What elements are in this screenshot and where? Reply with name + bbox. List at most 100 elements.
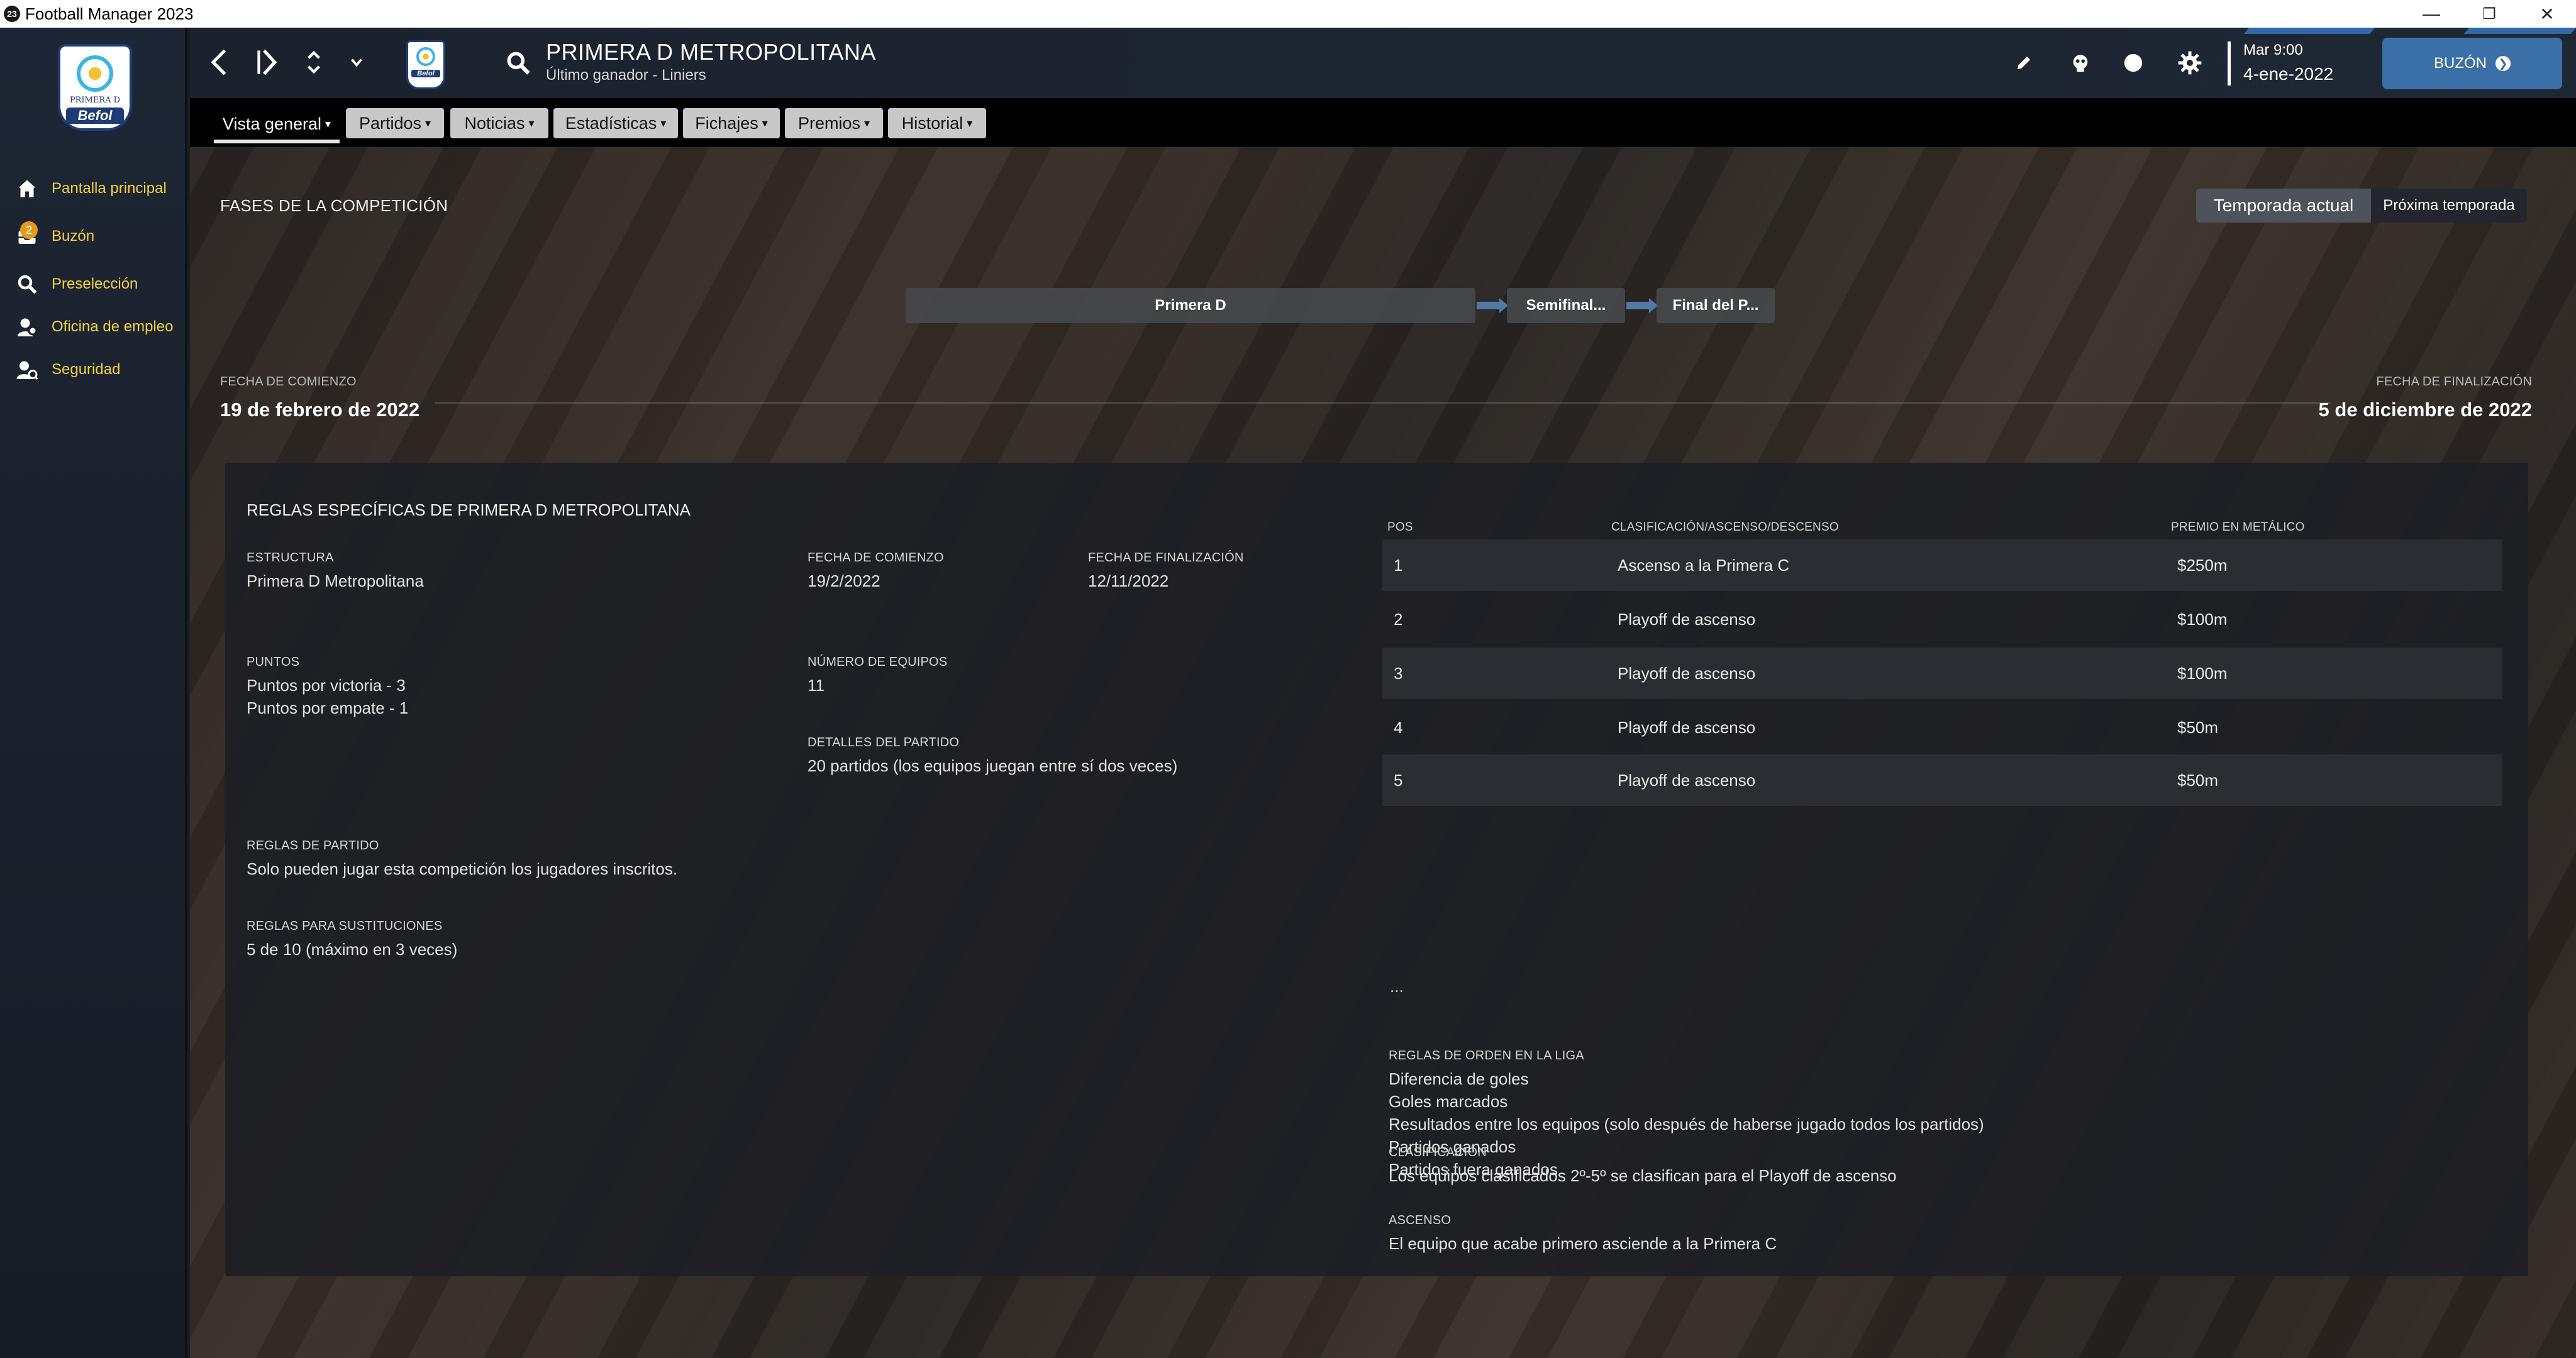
arrow-right-icon	[1477, 298, 1508, 313]
page-subtitle: Último ganador - Liniers	[546, 67, 706, 84]
points-draw: Puntos por empate - 1	[247, 698, 409, 717]
end-date-label: FECHA DE FINALIZACIÓN	[2376, 375, 2532, 389]
teams-value: 11	[808, 676, 824, 695]
restore-button[interactable]: ❐	[2460, 0, 2518, 28]
fm-menu-button[interactable]	[2065, 48, 2096, 78]
prize-header: PREMIO EN METÁLICO	[2171, 521, 2305, 534]
qualification-label: CLASIFICACIÓN	[1389, 1145, 1487, 1159]
logo-brand: Befol	[66, 108, 124, 124]
match-rules-value: Solo pueden jugar esta competición los j…	[247, 859, 678, 878]
window-controls: — ❐ ✕	[2402, 0, 2576, 28]
start-date-label: FECHA DE COMIENZO	[220, 375, 357, 389]
chevron-left-icon	[211, 49, 226, 75]
logo-subtitle: PRIMERA D	[69, 96, 121, 105]
sidebar-item-inbox[interactable]: 2 Buzón	[14, 218, 184, 255]
top-header: Befol PRIMERA D METROPOLITANA Último gan…	[190, 28, 2576, 98]
section-title: FASES DE LA COMPETICIÓN	[220, 196, 448, 215]
points-label: PUNTOS	[247, 655, 300, 669]
prize-cell: $50m	[2177, 770, 2219, 790]
arrow-right-icon: ❯	[2496, 56, 2511, 71]
home-icon	[14, 175, 40, 202]
back-button[interactable]	[204, 47, 235, 78]
continue-button[interactable]: BUZÓN ❯	[2382, 38, 2562, 89]
competition-crest[interactable]: Befol	[406, 40, 445, 89]
tab-matches[interactable]: Partidos ▾	[346, 108, 444, 138]
pencil-icon	[2018, 57, 2030, 69]
chevron-down-icon: ▾	[762, 116, 768, 130]
start-date: 19 de febrero de 2022	[220, 399, 420, 421]
table-row: 3 Playoff de ascenso $100m	[1382, 648, 2502, 699]
tab-awards[interactable]: Premios ▾	[785, 108, 883, 138]
circle-icon	[2124, 53, 2143, 72]
prize-cell: $250m	[2177, 555, 2228, 575]
pos-cell: 3	[1394, 663, 1403, 683]
game-time: Mar 9:00	[2243, 41, 2303, 58]
updown-button[interactable]	[298, 47, 330, 78]
game-date[interactable]: Mar 9:00 4-ene-2022	[2228, 41, 2333, 86]
current-season-button[interactable]: Temporada actual	[2196, 189, 2371, 223]
game-date-value: 4-ene-2022	[2243, 64, 2334, 84]
prize-cell: $100m	[2177, 663, 2228, 683]
window-title: Football Manager 2023	[25, 4, 194, 23]
search-icon[interactable]	[504, 49, 532, 77]
sidebar-item-home[interactable]: Pantalla principal	[14, 170, 184, 207]
match-details-label: DETALLES DEL PARTIDO	[808, 736, 960, 749]
up-down-arrows-icon	[308, 50, 320, 74]
pos-cell: 5	[1394, 770, 1403, 790]
tab-news[interactable]: Noticias ▾	[450, 108, 548, 138]
table-more[interactable]: ...	[1390, 977, 1404, 996]
inbox-badge: 2	[20, 221, 38, 239]
stage-final[interactable]: Final del P...	[1657, 288, 1775, 323]
history-dropdown-button[interactable]	[341, 47, 372, 78]
sidebar-item-job-office[interactable]: Oficina de empleo	[14, 308, 184, 346]
season-toggle: Temporada actual Próxima temporada	[2196, 189, 2527, 223]
structure-label: ESTRUCTURA	[247, 551, 334, 565]
status-button[interactable]	[2118, 48, 2148, 78]
next-season-button[interactable]: Próxima temporada	[2371, 189, 2527, 223]
minimize-button[interactable]: —	[2402, 0, 2460, 28]
edit-button[interactable]	[2009, 48, 2039, 78]
classification-cell: Playoff de ascenso	[1618, 609, 1756, 629]
classification-cell: Ascenso a la Primera C	[1618, 555, 1790, 575]
crest-emblem	[416, 47, 435, 66]
close-window-button[interactable]: ✕	[2518, 0, 2576, 28]
arrow-right-icon	[1626, 298, 1658, 313]
chevron-down-icon: ▾	[863, 116, 870, 130]
security-icon	[14, 356, 40, 383]
table-row: 2 Playoff de ascenso $100m	[1382, 593, 2502, 645]
window-titlebar: 23 Football Manager 2023 — ❐ ✕	[0, 0, 2576, 28]
promotion-label: ASCENSO	[1389, 1213, 1452, 1227]
subs-label: REGLAS PARA SUSTITUCIONES	[247, 919, 443, 933]
sidebar-item-shortlist[interactable]: Preselección	[14, 265, 184, 303]
table-row: 5 Playoff de ascenso $50m	[1382, 754, 2502, 806]
sidebar-item-security[interactable]: Seguridad	[14, 351, 184, 389]
competition-logo[interactable]: PRIMERA D Befol	[58, 44, 132, 131]
date-divider	[435, 402, 2331, 404]
order-rules-label: REGLAS DE ORDEN EN LA LIGA	[1389, 1049, 1584, 1063]
rules-end-value: 12/11/2022	[1088, 571, 1169, 590]
sidebar-item-label: Oficina de empleo	[52, 318, 174, 335]
match-rules-label: REGLAS DE PARTIDO	[247, 839, 379, 853]
stage-semifinal[interactable]: Semifinal...	[1507, 288, 1625, 323]
tab-label: Partidos	[358, 113, 421, 133]
sidebar-item-label: Buzón	[52, 228, 95, 245]
chevron-down-icon: ▾	[425, 116, 431, 130]
tab-history[interactable]: Historial ▾	[888, 108, 986, 138]
chevron-down-icon: ▾	[325, 117, 331, 130]
tab-transfers[interactable]: Fichajes ▾	[683, 108, 780, 138]
tab-stats[interactable]: Estadísticas ▾	[553, 108, 678, 138]
order-rule-item: Goles marcados	[1389, 1092, 1508, 1111]
stage-league[interactable]: Primera D	[906, 288, 1475, 323]
chevron-down-icon: ▾	[967, 116, 973, 130]
pos-cell: 2	[1394, 609, 1403, 629]
header-decor-stripe	[2463, 28, 2576, 34]
order-rule-item: Resultados entre los equipos (solo despu…	[1389, 1115, 1984, 1134]
settings-button[interactable]	[2175, 48, 2205, 78]
forward-button[interactable]	[252, 47, 283, 78]
tab-overview[interactable]: Vista general ▾	[214, 108, 340, 143]
rules-start-value: 19/2/2022	[808, 571, 880, 590]
classification-cell: Playoff de ascenso	[1618, 770, 1756, 790]
structure-value[interactable]: Primera D Metropolitana	[247, 570, 424, 592]
search-icon	[14, 271, 40, 297]
pos-cell: 1	[1394, 555, 1403, 575]
